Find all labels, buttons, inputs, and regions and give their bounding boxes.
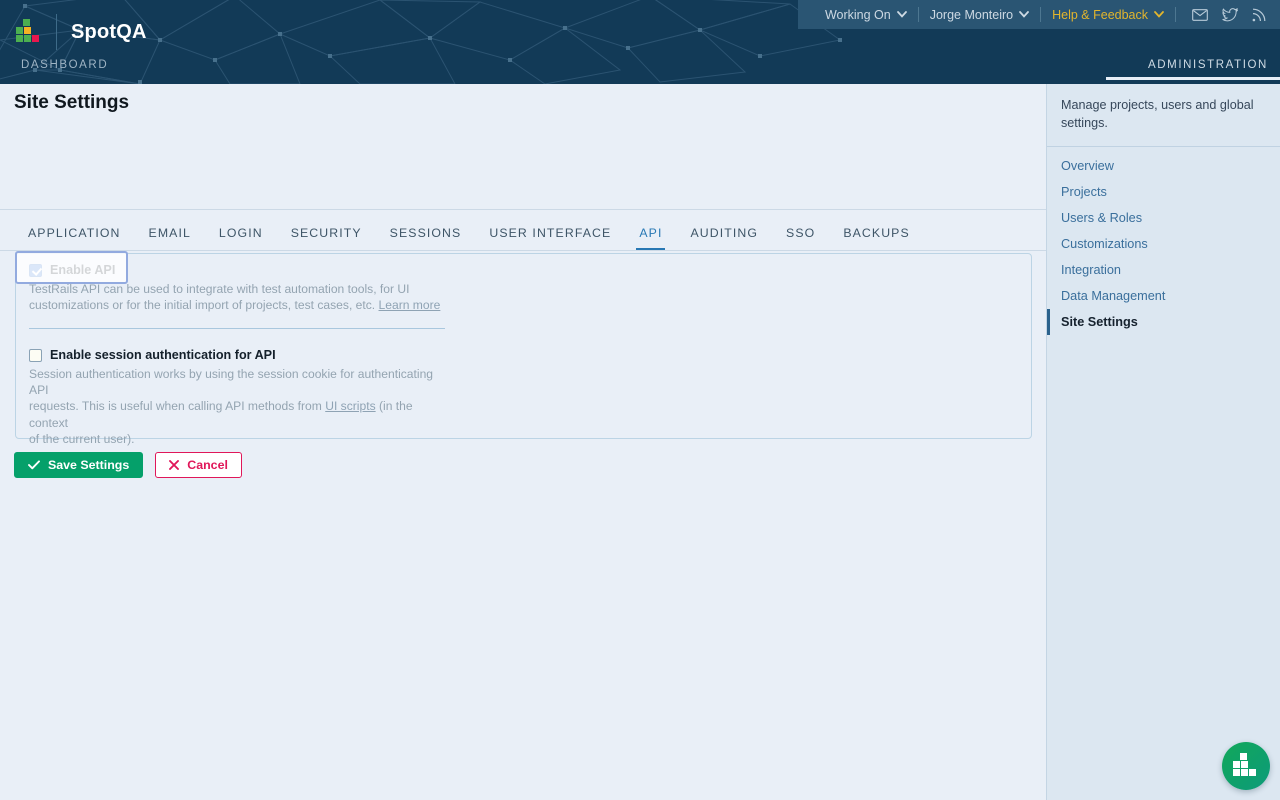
brand-divider: [56, 14, 57, 50]
session-auth-row[interactable]: Enable session authentication for API: [29, 348, 441, 362]
grid-squares-logo-icon: [16, 19, 42, 45]
settings-tabs: APPLICATION EMAIL LOGIN SECURITY SESSION…: [14, 220, 924, 250]
save-settings-label: Save Settings: [48, 458, 129, 472]
main-content: Site Settings APPLICATION EMAIL LOGIN SE…: [0, 84, 1046, 800]
session-auth-label[interactable]: Enable session authentication for API: [50, 348, 276, 362]
working-on-menu[interactable]: Working On: [814, 0, 918, 29]
tab-application[interactable]: APPLICATION: [14, 220, 135, 250]
main-nav: DASHBOARD ADMINISTRATION: [0, 56, 1280, 84]
check-icon: [28, 460, 40, 470]
mail-icon[interactable]: [1192, 9, 1208, 21]
sidebar-item-projects[interactable]: Projects: [1047, 179, 1280, 205]
tab-sso[interactable]: SSO: [772, 220, 829, 250]
help-feedback-label: Help & Feedback: [1052, 8, 1148, 22]
tab-backups[interactable]: BACKUPS: [829, 220, 923, 250]
social-icons: [1176, 8, 1266, 22]
sidebar-item-integration[interactable]: Integration: [1047, 257, 1280, 283]
sidebar-item-data-management[interactable]: Data Management: [1047, 283, 1280, 309]
brand-name: SpotQA: [71, 21, 147, 44]
close-icon: [169, 460, 179, 470]
app-header: Working On Jorge Monteiro Help & Feedbac…: [0, 0, 1280, 84]
enable-api-label[interactable]: Enable API: [50, 263, 115, 277]
session-desc-line3: of the current user).: [29, 432, 135, 446]
grid-squares-logo-icon: [1233, 753, 1259, 779]
divider: [0, 250, 1046, 251]
sidebar-nav-list: Overview Projects Users & Roles Customiz…: [1047, 147, 1280, 335]
nav-item-administration[interactable]: ADMINISTRATION: [1148, 59, 1268, 71]
session-desc-line2a: requests. This is useful when calling AP…: [29, 399, 325, 413]
session-auth-checkbox[interactable]: [29, 349, 42, 362]
section-divider: [29, 328, 445, 329]
tab-email[interactable]: EMAIL: [135, 220, 205, 250]
cancel-button[interactable]: Cancel: [155, 452, 242, 478]
chevron-down-icon: [897, 11, 907, 18]
enable-api-description: TestRails API can be used to integrate w…: [29, 281, 449, 313]
twitter-icon[interactable]: [1222, 8, 1238, 22]
api-settings-panel: Enable API TestRails API can be used to …: [15, 253, 1032, 439]
sidebar-item-users-roles[interactable]: Users & Roles: [1047, 205, 1280, 231]
session-desc-line1: Session authentication works by using th…: [29, 367, 433, 397]
working-on-label: Working On: [825, 8, 891, 22]
divider: [0, 209, 1046, 210]
rss-icon[interactable]: [1252, 8, 1266, 22]
sidebar-item-customizations[interactable]: Customizations: [1047, 231, 1280, 257]
cancel-label: Cancel: [187, 458, 228, 472]
chevron-down-icon: [1019, 11, 1029, 18]
learn-more-link[interactable]: Learn more: [379, 298, 441, 312]
enable-api-checkbox[interactable]: [29, 264, 42, 277]
sidebar-description: Manage projects, users and global settin…: [1047, 84, 1280, 146]
enable-api-row[interactable]: Enable API: [29, 263, 449, 277]
sidebar-item-site-settings[interactable]: Site Settings: [1047, 309, 1280, 335]
tab-security[interactable]: SECURITY: [277, 220, 376, 250]
save-settings-button[interactable]: Save Settings: [14, 452, 143, 478]
enable-api-section: Enable API TestRails API can be used to …: [29, 263, 449, 313]
form-actions: Save Settings Cancel: [14, 452, 242, 478]
session-auth-section: Enable session authentication for API Se…: [29, 348, 441, 447]
floating-action-button[interactable]: [1222, 742, 1270, 790]
tab-user-interface[interactable]: USER INTERFACE: [475, 220, 625, 250]
ui-scripts-link[interactable]: UI scripts: [325, 399, 375, 413]
chevron-down-icon: [1154, 11, 1164, 18]
tab-sessions[interactable]: SESSIONS: [376, 220, 476, 250]
sidebar-item-overview[interactable]: Overview: [1047, 153, 1280, 179]
tab-api[interactable]: API: [625, 220, 676, 250]
utility-bar: Working On Jorge Monteiro Help & Feedbac…: [798, 0, 1280, 29]
user-menu[interactable]: Jorge Monteiro: [919, 0, 1040, 29]
page-title: Site Settings: [14, 92, 129, 114]
nav-item-dashboard[interactable]: DASHBOARD: [21, 59, 108, 71]
admin-sidebar: Manage projects, users and global settin…: [1046, 84, 1280, 800]
user-name-label: Jorge Monteiro: [930, 8, 1013, 22]
help-feedback-menu[interactable]: Help & Feedback: [1041, 0, 1175, 29]
brand[interactable]: SpotQA: [16, 14, 147, 50]
enable-api-desc-line1: TestRails API can be used to integrate w…: [29, 282, 409, 296]
session-auth-description: Session authentication works by using th…: [29, 366, 441, 447]
tab-login[interactable]: LOGIN: [205, 220, 277, 250]
enable-api-desc-line2: customizations or for the initial import…: [29, 298, 379, 312]
tab-auditing[interactable]: AUDITING: [676, 220, 772, 250]
